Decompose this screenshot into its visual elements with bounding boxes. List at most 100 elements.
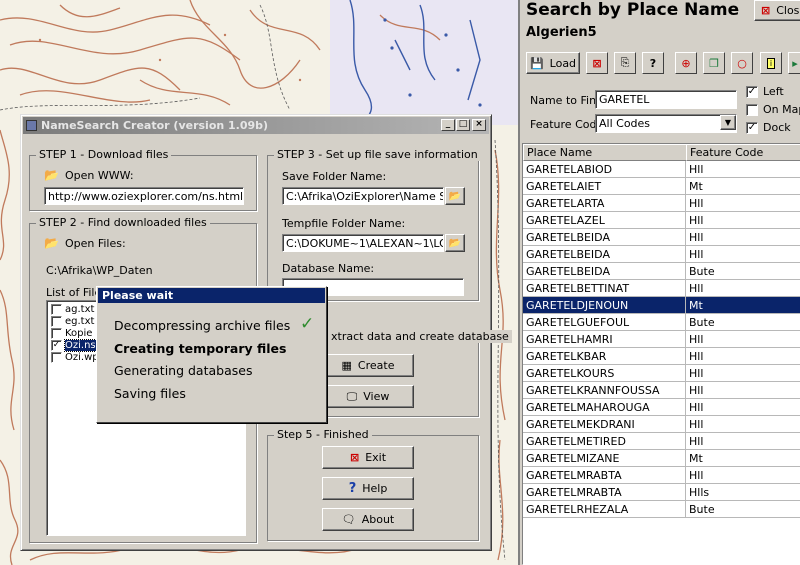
query-tool-button[interactable]: ? <box>642 52 664 74</box>
please-wait-dialog: Please wait Decompressing archive files … <box>96 286 327 423</box>
feature-code-cell: Hlls <box>686 484 800 501</box>
table-row[interactable]: GARETELBEIDA Hll <box>523 229 800 246</box>
table-row[interactable]: GARETELBEIDA Hll <box>523 246 800 263</box>
target-tool-button[interactable]: ⊕ <box>675 52 697 74</box>
table-row[interactable]: GARETELGUEFOUL Bute <box>523 314 800 331</box>
step2-title: STEP 2 - Find downloaded files <box>36 216 210 229</box>
file-name: Ozi.wp <box>65 352 99 363</box>
dock-label: Dock <box>763 121 791 134</box>
create-button[interactable]: ▦ Create <box>322 354 414 377</box>
step3-group: STEP 3 - Set up file save information Sa… <box>267 148 481 301</box>
place-name-cell: GARETELMRABTA <box>523 484 686 501</box>
table-row[interactable]: GARETELMRABTA Hlls <box>523 484 800 501</box>
feature-code-cell: Hll <box>686 161 800 178</box>
feature-code-cell: Hll <box>686 399 800 416</box>
table-row[interactable]: GARETELKRANNFOUSSA Hll <box>523 382 800 399</box>
copy-tool-button[interactable]: ❐ <box>703 52 725 74</box>
table-row[interactable]: GARETELARTA Hll <box>523 195 800 212</box>
load-button[interactable]: 💾 Load <box>526 52 580 74</box>
feature-code-cell: Hll <box>686 382 800 399</box>
info-tool-button[interactable]: i <box>760 52 782 74</box>
file-name: Ozi.ns <box>64 339 97 352</box>
copy-icon: ❐ <box>709 56 719 70</box>
point-tool-button[interactable]: ○ <box>731 52 753 74</box>
maximize-button[interactable]: □ <box>456 119 470 131</box>
file-checkbox[interactable]: ✓ <box>51 340 62 351</box>
column-header-place-name[interactable]: Place Name <box>523 144 687 161</box>
open-files-label: Open Files: <box>64 236 126 250</box>
feature-code-select[interactable]: All Codes ▼ <box>595 114 737 133</box>
table-row[interactable]: GARETELMETIRED Hll <box>523 433 800 450</box>
table-row[interactable]: GARETELAZEL Hll <box>523 212 800 229</box>
place-name-cell: GARETELMAHAROUGA <box>523 399 686 416</box>
table-row[interactable]: GARETELMEKDRANI Hll <box>523 416 800 433</box>
file-checkbox[interactable] <box>51 304 62 315</box>
feature-code-cell: Mt <box>686 178 800 195</box>
help-button[interactable]: ? Help <box>322 477 414 500</box>
dock-checkbox[interactable]: ✓ <box>746 122 758 134</box>
feature-code-cell: Hll <box>686 433 800 450</box>
document-arrow-icon: ⎘ <box>620 56 630 69</box>
chevron-down-icon[interactable]: ▼ <box>720 115 736 130</box>
more-tool-button[interactable]: ▸ <box>788 52 800 74</box>
folder-open-icon: 📂 <box>44 168 59 182</box>
table-row[interactable]: GARETELBETTINAT Hll <box>523 280 800 297</box>
left-checkbox[interactable]: ✓ <box>746 86 758 98</box>
table-row[interactable]: GARETELKOURS Hll <box>523 365 800 382</box>
view-button[interactable]: 🖵 View <box>322 385 414 408</box>
about-button[interactable]: 🗨 About <box>322 508 414 531</box>
file-checkbox[interactable] <box>51 352 62 363</box>
open-www-button[interactable]: 📂 Open WWW: <box>44 166 146 184</box>
exit-button[interactable]: ⊠ Exit <box>322 446 414 469</box>
results-grid[interactable]: Place Name Feature Code GARETELABIOD Hll G… <box>522 143 800 565</box>
database-name-label: Database Name: <box>282 262 375 275</box>
place-name-cell: GARETELAZEL <box>523 212 686 229</box>
table-row[interactable]: GARETELKBAR Hll <box>523 348 800 365</box>
app-icon <box>26 120 37 131</box>
minimize-button[interactable]: _ <box>441 119 455 131</box>
clear-tool-button[interactable]: ⊠ <box>586 52 608 74</box>
name-to-find-label: Name to Find <box>530 94 604 107</box>
table-row[interactable]: GARETELMRABTA Hll <box>523 467 800 484</box>
create-label: Create <box>357 359 395 372</box>
close-window-button[interactable]: × <box>472 119 486 131</box>
help-icon: ? <box>348 481 357 496</box>
step1-group: STEP 1 - Download files 📂 Open WWW: http… <box>29 148 257 211</box>
feature-code-cell: Hll <box>686 246 800 263</box>
temp-folder-label: Tempfile Folder Name: <box>282 217 406 230</box>
file-checkbox[interactable] <box>51 328 62 339</box>
name-to-find-input[interactable]: GARETEL <box>595 90 737 109</box>
folder-open-icon: 📂 <box>448 237 462 249</box>
table-row[interactable]: GARETELRHEZALA Bute <box>523 501 800 518</box>
temp-folder-input[interactable]: C:\DOKUME~1\ALEXAN~1\LOK/ <box>282 234 444 252</box>
table-row[interactable]: GARETELDJENOUN Mt <box>523 297 800 314</box>
place-name-cell: GARETELKBAR <box>523 348 686 365</box>
place-name-cell: GARETELMEKDRANI <box>523 416 686 433</box>
table-row[interactable]: GARETELBEIDA Bute <box>523 263 800 280</box>
creator-titlebar[interactable]: NameSearch Creator (version 1.09b) _ □ × <box>23 117 489 134</box>
search-panel: Search by Place Name ⊠ Close Algerien5 💾… <box>518 0 800 565</box>
query-icon: ? <box>649 56 657 70</box>
feature-code-label: Feature Code <box>530 118 604 131</box>
goto-tool-button[interactable]: ⎘ <box>614 52 636 74</box>
table-row[interactable]: GARETELHAMRI Hll <box>523 331 800 348</box>
table-row[interactable]: GARETELMIZANE Mt <box>523 450 800 467</box>
left-label: Left <box>763 85 784 98</box>
browse-temp-folder-button[interactable]: 📂 <box>445 234 465 252</box>
step-generating: Generating databases <box>114 363 253 378</box>
close-panel-button[interactable]: ⊠ Close <box>754 0 800 21</box>
column-header-feature-code[interactable]: Feature Code <box>686 144 800 161</box>
table-row[interactable]: GARETELAIET Mt <box>523 178 800 195</box>
table-row[interactable]: GARETELABIOD Hll <box>523 161 800 178</box>
table-row[interactable]: GARETELMAHAROUGA Hll <box>523 399 800 416</box>
file-checkbox[interactable] <box>51 316 62 327</box>
browse-save-folder-button[interactable]: 📂 <box>445 187 465 205</box>
place-name-cell: GARETELKOURS <box>523 365 686 382</box>
save-folder-input[interactable]: C:\Afrika\OziExplorer\Name Searc <box>282 187 444 205</box>
on-map-checkbox[interactable] <box>746 104 758 116</box>
folder-open-icon: 📂 <box>448 190 462 202</box>
open-files-button[interactable]: 📂 Open Files: <box>44 234 146 252</box>
monitor-icon: 🖵 <box>346 389 358 403</box>
creator-title: NameSearch Creator (version 1.09b) <box>41 119 269 132</box>
url-input[interactable]: http://www.oziexplorer.com/ns.html <box>44 187 244 205</box>
